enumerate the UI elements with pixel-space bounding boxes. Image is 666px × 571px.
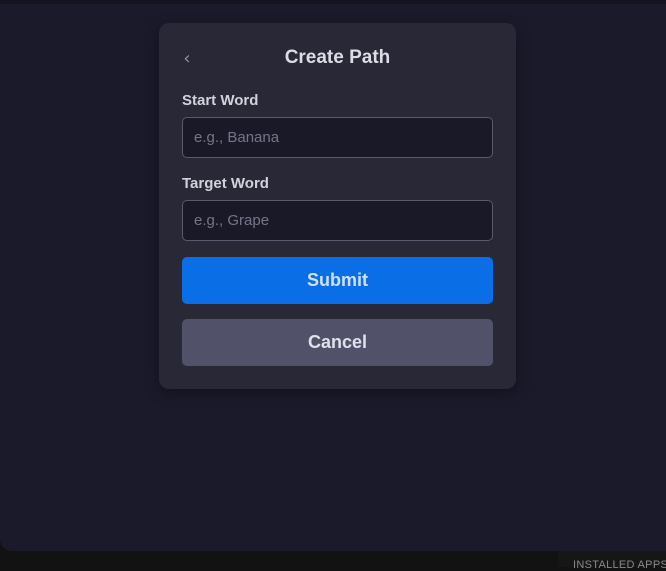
start-word-input[interactable] (182, 117, 493, 158)
installed-apps-label[interactable]: INSTALLED APPS (573, 559, 666, 571)
cancel-button[interactable]: Cancel (182, 319, 493, 366)
top-strip (0, 0, 666, 4)
target-word-input[interactable] (182, 200, 493, 241)
target-word-label: Target Word (182, 175, 269, 192)
submit-button[interactable]: Submit (182, 257, 493, 304)
dialog-title: Create Path (284, 47, 391, 68)
create-path-dialog: ‹ Create Path Start Word Target Word Sub… (159, 23, 516, 389)
start-word-label: Start Word (182, 92, 259, 109)
